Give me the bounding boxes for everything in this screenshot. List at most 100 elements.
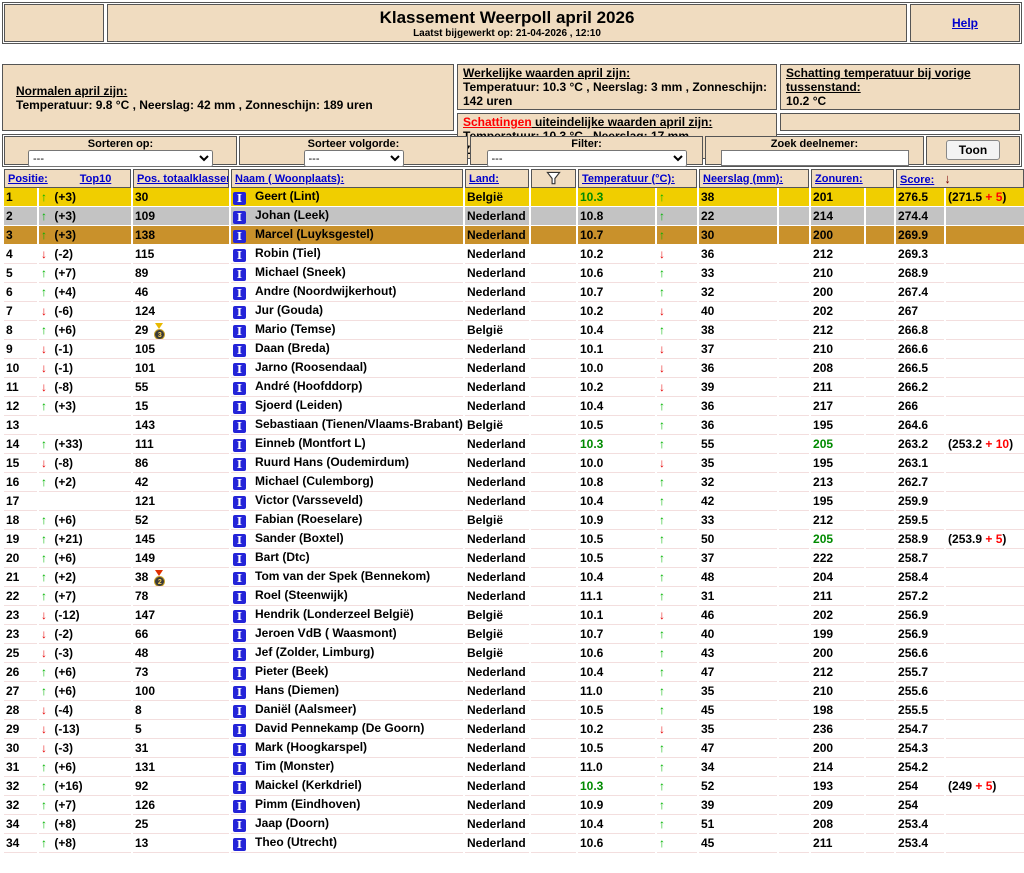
cell-pos-totaal: 89 <box>133 264 229 283</box>
table-row: 7 ↓ (-6) 124 IJur (Gouda) Nederland 10.2… <box>4 302 1024 321</box>
cell-temp-arrow: ↑ <box>657 397 697 416</box>
profile-badge-icon[interactable]: I <box>233 838 246 851</box>
cell-neerslag: 45 <box>699 834 777 853</box>
profile-badge-icon[interactable]: I <box>233 515 246 528</box>
show-button[interactable]: Toon <box>946 140 1000 160</box>
profile-badge-icon[interactable]: I <box>233 534 246 547</box>
cell-temperatuur: 10.6 <box>578 834 655 853</box>
cell-filter-spacer <box>531 321 576 340</box>
profile-badge-icon[interactable]: I <box>233 572 246 585</box>
profile-badge-icon[interactable]: I <box>233 306 246 319</box>
cell-neerslag: 38 <box>699 188 777 207</box>
profile-badge-icon[interactable]: I <box>233 477 246 490</box>
cell-land: Nederland <box>465 397 529 416</box>
profile-badge-icon[interactable]: I <box>233 610 246 623</box>
cell-score: 253.4 <box>896 815 944 834</box>
profile-badge-icon[interactable]: I <box>233 420 246 433</box>
cell-land: België <box>465 625 529 644</box>
profile-badge-icon[interactable]: I <box>233 325 246 338</box>
cell-land: België <box>465 644 529 663</box>
profile-badge-icon[interactable]: I <box>233 382 246 395</box>
cell-spacer-2 <box>866 207 894 226</box>
profile-badge-icon[interactable]: I <box>233 743 246 756</box>
cell-positie: 20 <box>4 549 37 568</box>
table-row: 21 ↑ (+2) 382 ITom van der Spek (Benneko… <box>4 568 1024 587</box>
filter-select[interactable]: --- <box>487 150 687 167</box>
zonuren-sort-link[interactable]: Zonuren: <box>815 173 863 185</box>
positie-sort-link[interactable]: Positie: <box>8 173 48 185</box>
cell-zonuren: 200 <box>811 644 864 663</box>
sort-order-select[interactable]: --- <box>304 150 404 167</box>
cell-positie: 23 <box>4 606 37 625</box>
cell-naam: IAndre (Noordwijkerhout) <box>231 283 463 302</box>
search-input[interactable] <box>721 150 909 166</box>
profile-badge-icon[interactable]: I <box>233 591 246 604</box>
land-sort-link[interactable]: Land: <box>469 173 499 185</box>
cell-score-note <box>946 606 1024 625</box>
profile-badge-icon[interactable]: I <box>233 344 246 357</box>
cell-positie: 18 <box>4 511 37 530</box>
profile-badge-icon[interactable]: I <box>233 648 246 661</box>
sort-select[interactable]: --- <box>28 150 213 167</box>
cell-temp-arrow: ↓ <box>657 340 697 359</box>
cell-land: Nederland <box>465 264 529 283</box>
cell-filter-spacer <box>531 378 576 397</box>
cell-spacer-1 <box>779 796 809 815</box>
neerslag-sort-link[interactable]: Neerslag (mm): <box>703 173 783 185</box>
cell-naam: ISebastiaan (Tienen/Vlaams-Brabant) <box>231 416 463 435</box>
profile-badge-icon[interactable]: I <box>233 211 246 224</box>
profile-badge-icon[interactable]: I <box>233 287 246 300</box>
table-row: 31 ↑ (+6) 131 ITim (Monster) Nederland 1… <box>4 758 1024 777</box>
naam-sort-link[interactable]: Naam ( Woonplaats): <box>235 173 344 185</box>
cell-zonuren: 212 <box>811 321 864 340</box>
cell-zonuren: 195 <box>811 416 864 435</box>
pos-totaal-sort-link[interactable]: Pos. totaalklassement: <box>137 173 229 185</box>
cell-spacer-2 <box>866 321 894 340</box>
cell-pos-totaal: 145 <box>133 530 229 549</box>
profile-badge-icon[interactable]: I <box>233 762 246 775</box>
cell-top10-change: ↑ (+6) <box>39 511 131 530</box>
profile-badge-icon[interactable]: I <box>233 249 246 262</box>
profile-badge-icon[interactable]: I <box>233 401 246 414</box>
table-row: 29 ↓ (-13) 5 IDavid Pennekamp (De Goorn)… <box>4 720 1024 739</box>
cell-temp-arrow: ↓ <box>657 606 697 625</box>
cell-neerslag: 36 <box>699 359 777 378</box>
profile-badge-icon[interactable]: I <box>233 458 246 471</box>
top10-link[interactable]: Top10 <box>80 173 112 185</box>
cell-spacer-1 <box>779 549 809 568</box>
profile-badge-icon[interactable]: I <box>233 724 246 737</box>
cell-neerslag: 43 <box>699 644 777 663</box>
profile-badge-icon[interactable]: I <box>233 629 246 642</box>
temperatuur-sort-link[interactable]: Temperatuur (°C): <box>582 173 675 185</box>
cell-pos-totaal: 42 <box>133 473 229 492</box>
cell-naam: IHendrik (Londerzeel België) <box>231 606 463 625</box>
profile-badge-icon[interactable]: I <box>233 800 246 813</box>
help-link[interactable]: Help <box>952 16 978 30</box>
profile-badge-icon[interactable]: I <box>233 363 246 376</box>
profile-badge-icon[interactable]: I <box>233 192 246 205</box>
profile-badge-icon[interactable]: I <box>233 439 246 452</box>
profile-badge-icon[interactable]: I <box>233 230 246 243</box>
profile-badge-icon[interactable]: I <box>233 667 246 680</box>
profile-badge-icon[interactable]: I <box>233 268 246 281</box>
profile-badge-icon[interactable]: I <box>233 553 246 566</box>
table-row: 26 ↑ (+6) 73 IPieter (Beek) Nederland 10… <box>4 663 1024 682</box>
search-label: Zoek deelnemer: <box>706 138 923 150</box>
ranking-table-body: 1 ↑ (+3) 30 IGeert (Lint) België 10.3 ↑ … <box>4 188 1024 853</box>
filter-funnel-icon[interactable] <box>546 171 561 186</box>
profile-badge-icon[interactable]: I <box>233 781 246 794</box>
table-row: 27 ↑ (+6) 100 IHans (Diemen) Nederland 1… <box>4 682 1024 701</box>
cell-score-note: (253.2 + 10) <box>946 435 1024 454</box>
table-row: 34 ↑ (+8) 13 ITheo (Utrecht) Nederland 1… <box>4 834 1024 853</box>
cell-land: Nederland <box>465 283 529 302</box>
cell-positie: 4 <box>4 245 37 264</box>
cell-spacer-2 <box>866 739 894 758</box>
cell-temp-arrow: ↑ <box>657 435 697 454</box>
profile-badge-icon[interactable]: I <box>233 705 246 718</box>
profile-badge-icon[interactable]: I <box>233 819 246 832</box>
profile-badge-icon[interactable]: I <box>233 496 246 509</box>
score-sort-link[interactable]: Score: <box>900 174 934 186</box>
cell-temp-arrow: ↑ <box>657 188 697 207</box>
profile-badge-icon[interactable]: I <box>233 686 246 699</box>
cell-spacer-2 <box>866 834 894 853</box>
